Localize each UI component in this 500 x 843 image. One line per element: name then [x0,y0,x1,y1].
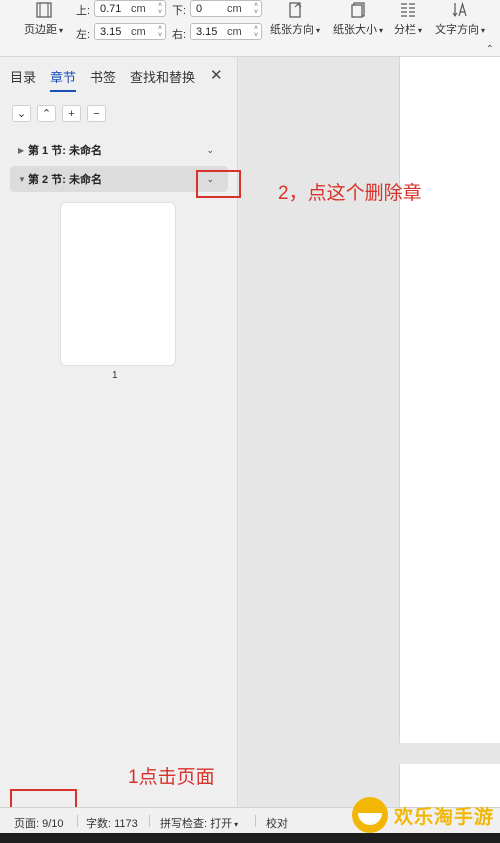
section-item-1[interactable]: ▶ 第 1 节: 未命名 ⌄ [10,137,228,163]
chevron-down-icon: ▾ [59,26,64,35]
page-margin-button[interactable]: 页边距 ▾ [24,2,63,37]
paper-size-icon [333,2,383,18]
remove-section-button[interactable]: − [87,105,106,122]
chevron-down-icon: ▾ [316,26,321,35]
ribbon-toolbar: 页边距 ▾ 上: 0.71 cm ˄ ˅ 下: 0 cm ˄ ˅ 左: 3.15 cm… [0,0,500,57]
spinner-arrows-icon[interactable]: ˄ ˅ [155,25,165,39]
plus-icon: + [68,107,75,120]
add-section-button[interactable]: + [62,105,81,122]
chevron-down-icon: ▾ [481,26,486,35]
chevron-down-icon: ▾ [418,26,423,35]
chevron-down-icon: ▾ [234,820,239,829]
collapse-triangle-icon[interactable]: ▼ [10,175,26,184]
page-count-status[interactable]: 页面: 9/10 [14,815,64,831]
tab-toc[interactable]: 目录 [10,67,36,92]
minus-icon: − [93,107,100,120]
spinner-arrows-icon[interactable]: ˄ ˅ [155,2,165,16]
top-margin-input[interactable]: 0.71 cm ˄ ˅ [94,0,166,17]
divider [255,815,256,827]
columns-button[interactable]: 分栏 ▾ [394,2,422,37]
spinner-arrows-icon[interactable]: ˄ ˅ [251,25,261,39]
watermark-logo-icon [352,797,388,833]
tab-find-replace[interactable]: 查找和替换 [130,67,195,92]
panel-tabs: 目录 章节 书签 查找和替换 [10,67,195,92]
tab-bookmarks[interactable]: 书签 [90,67,116,92]
section-tools: ⌄ ⌃ + − [12,105,106,122]
taskbar-strip [0,833,500,843]
bottom-margin-label: 下: [172,5,187,17]
divider [77,815,78,827]
expand-down-button[interactable]: ⌄ [12,105,31,122]
orientation-button[interactable]: 纸张方向 ▾ [270,2,320,37]
tab-sections[interactable]: 章节 [50,67,77,92]
chevron-up-icon: ⌃ [41,108,52,120]
collapse-up-button[interactable]: ⌃ [37,105,56,122]
bottom-margin-input[interactable]: 0 cm ˄ ˅ [190,0,262,17]
page-orientation-icon [270,2,320,18]
text-direction-button[interactable]: 文字方向 ▾ [435,1,486,37]
thumbnail-page-number: 1 [112,370,118,381]
document-page[interactable] [399,57,500,743]
proofread-button[interactable]: 校对 [266,815,288,831]
chevron-down-icon: ⌄ [16,108,27,120]
expand-triangle-icon[interactable]: ▶ [10,146,24,155]
spinner-arrows-icon[interactable]: ˄ ˅ [251,2,261,16]
top-margin-label: 上: [76,5,91,17]
watermark: 欢乐淘手游 [352,797,494,833]
word-count-status[interactable]: 字数: 1173 [86,815,138,831]
close-icon[interactable]: ✕ [210,66,223,84]
annotation-step1: 1点击页面 [128,767,215,788]
collapse-ribbon-icon[interactable]: ⌃ [486,44,494,55]
right-margin-label: 右: [172,29,187,41]
chevron-down-icon[interactable]: ⌄ [206,145,214,156]
highlight-box-section-menu [196,170,241,198]
text-direction-icon [435,1,485,18]
right-margin-input[interactable]: 3.15 cm ˄ ˅ [190,23,262,40]
columns-icon [394,2,422,18]
divider [149,815,150,827]
page-thumbnail[interactable] [60,202,176,366]
paper-size-button[interactable]: 纸张大小 ▾ [333,2,383,37]
chevron-down-icon: ▾ [379,26,384,35]
document-area[interactable] [239,57,500,809]
annotation-step2: 2，点这个删除章 [278,183,422,204]
left-margin-label: 左: [76,29,91,41]
page-margin-icon [24,2,63,18]
left-margin-input[interactable]: 3.15 cm ˄ ˅ [94,23,166,40]
watermark-text: 欢乐淘手游 [394,806,495,828]
spell-check-status[interactable]: 拼写检查: 打开 ▾ [160,815,238,831]
